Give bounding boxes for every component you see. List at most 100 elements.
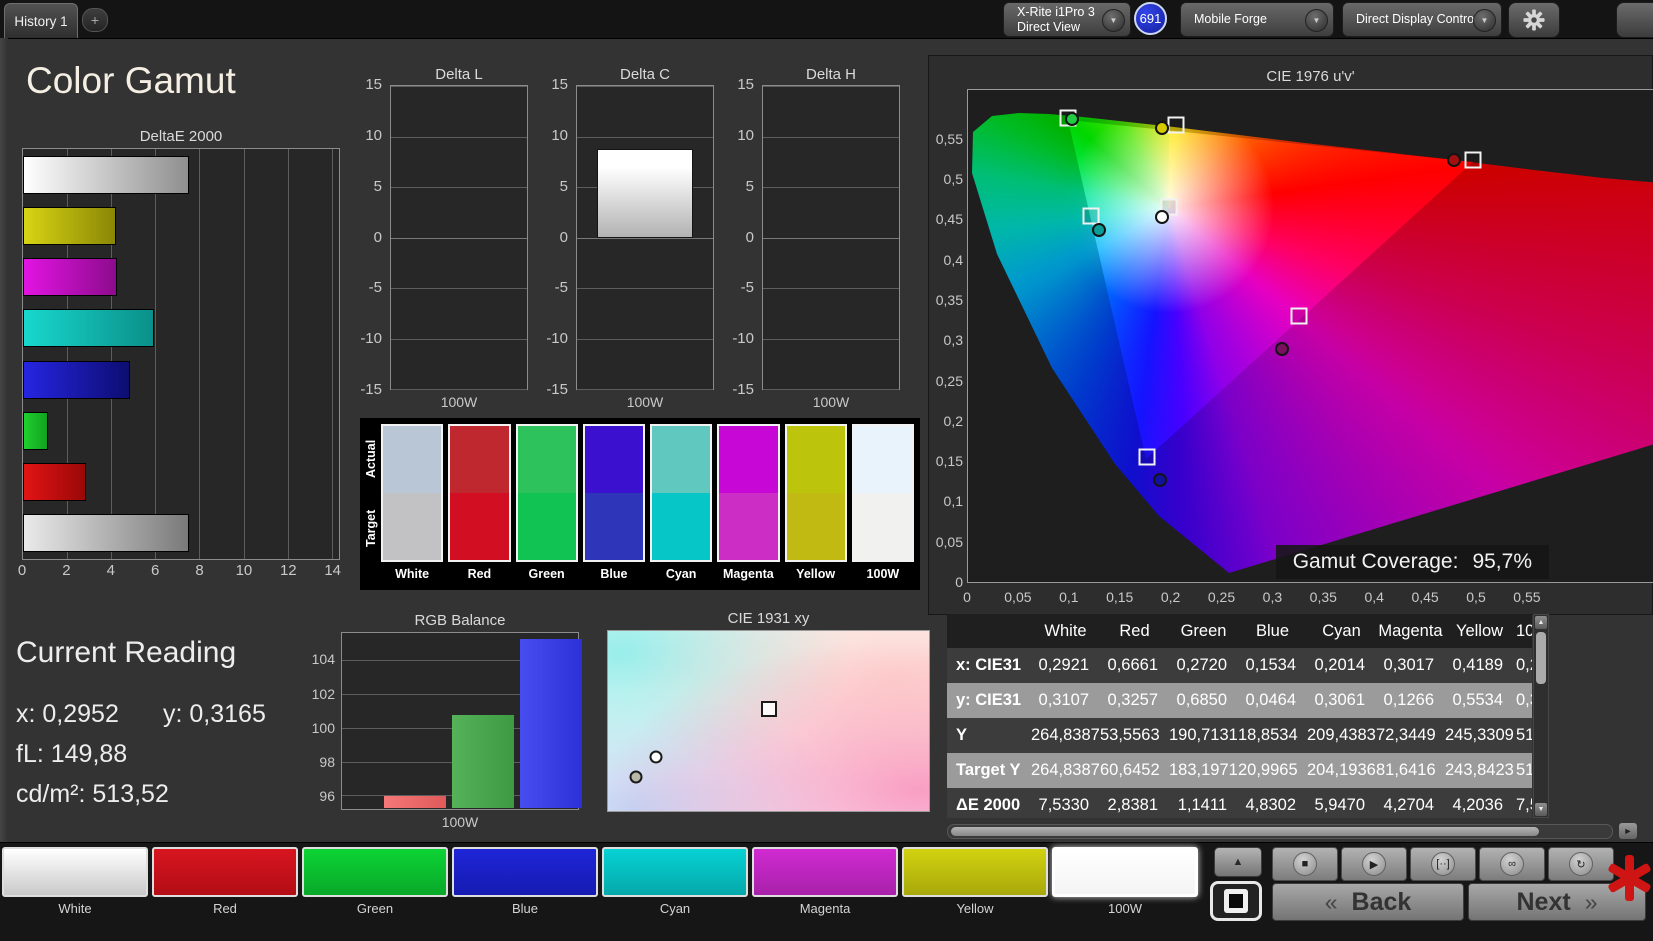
partial-toolbar-button[interactable] [1616, 2, 1653, 38]
swatch-actual [652, 426, 711, 493]
rgb-ytick: 96 [319, 788, 335, 805]
delta-panel-title: Delta H [805, 66, 857, 83]
patch-button-yellow[interactable]: Yellow [902, 847, 1048, 916]
deltae-bar-blue [23, 360, 130, 399]
patch-button-red[interactable]: Red [152, 847, 298, 916]
deltae-bar-row [23, 508, 339, 559]
swatch-target [383, 493, 442, 560]
top-bar: History 1 + X-Rite i1Pro 3 Direct View ▼… [0, 0, 1653, 39]
swatch-label: Yellow [796, 567, 836, 581]
scroll-up-icon[interactable]: ▲ [1535, 616, 1547, 629]
deltae-bar-row [23, 200, 339, 251]
rgb-bar-red [384, 796, 446, 808]
cell: 0,1266 [1383, 691, 1434, 709]
tab-history-1[interactable]: History 1 [4, 3, 78, 38]
patch-window-button[interactable] [1210, 881, 1262, 921]
back-button[interactable]: « Back [1272, 883, 1464, 921]
add-tab-button[interactable]: + [82, 8, 108, 32]
workflow-status-stripe [1183, 6, 1187, 33]
delta-ytick: 0 [559, 228, 568, 246]
cie-ytick: 0 [955, 574, 963, 590]
table-header-white: White [1044, 621, 1087, 640]
delta-ytick: 10 [551, 126, 568, 144]
cie-measured-cyan [1091, 222, 1106, 237]
settings-button[interactable] [1508, 2, 1560, 38]
stop-button[interactable]: ■ [1272, 847, 1338, 881]
cie-xtick: 0,25 [1207, 589, 1236, 605]
workflow-dropdown[interactable]: Mobile Forge ▼ [1180, 2, 1334, 37]
delta-ytick: 15 [551, 76, 568, 93]
patch-color [302, 847, 448, 897]
swatch-actual [786, 426, 845, 493]
cell: 51 [1516, 761, 1532, 779]
patch-button-100w[interactable]: 100W [1052, 847, 1198, 916]
cell: 0,3061 [1314, 691, 1365, 709]
table-vertical-scrollbar[interactable]: ▲ ▼ [1533, 614, 1549, 818]
gridline [763, 237, 899, 239]
patch-label: White [58, 901, 92, 916]
device-dropdown[interactable]: Direct Display Control ▼ [1342, 2, 1502, 37]
bottom-bar: White Red Green Blue Cyan Magenta Yellow 100W ▲… [0, 842, 1653, 941]
table-row: x: CIE31 0,2921 0,6661 0,2720 0,1534 0,2014 0,… [947, 648, 1532, 683]
meter-dropdown[interactable]: X-Rite i1Pro 3 Direct View ▼ [1003, 2, 1131, 37]
patch-button-green[interactable]: Green [302, 847, 448, 916]
delta-ytick: 5 [373, 177, 382, 195]
cie-ytick: 0,45 [935, 211, 963, 228]
loop-icon: ↻ [1569, 852, 1593, 876]
row-label: y: CIE31 [956, 691, 1022, 709]
step-button[interactable]: [··] [1410, 847, 1476, 881]
cie1931-chart [607, 630, 930, 812]
scrollbar-thumb[interactable] [1536, 632, 1546, 684]
delta-ytick: 5 [745, 177, 754, 195]
cie-ytick: 0,35 [935, 291, 963, 308]
cell: 0,3017 [1383, 656, 1434, 674]
swatch-column-magenta: Magenta [717, 424, 780, 588]
patch-label: Yellow [956, 901, 994, 916]
patch-label: Blue [511, 901, 539, 916]
deltae-chart [22, 148, 340, 560]
reading-x: x: 0,2952 [16, 700, 119, 728]
table-horizontal-scrollbar[interactable] [947, 824, 1613, 839]
rgb-balance-title: RGB Balance [414, 612, 506, 629]
loop-button[interactable]: ↻ [1548, 847, 1614, 881]
alert-asterisk-icon[interactable] [1606, 855, 1652, 901]
patch-button-magenta[interactable]: Magenta [752, 847, 898, 916]
cie-target-blue [1138, 448, 1156, 466]
cell: 0,3257 [1107, 691, 1158, 709]
scrollbar-thumb[interactable] [951, 827, 1539, 836]
swatch-target [450, 493, 509, 560]
cie1976-chart: Gamut Coverage: 95,7% [967, 89, 1653, 583]
app-window: History 1 + X-Rite i1Pro 3 Direct View ▼… [0, 0, 1653, 941]
swatch-target [652, 493, 711, 560]
cie-ytick: 0,55 [935, 130, 963, 147]
actual-row-label: Actual [364, 439, 378, 479]
patch-button-cyan[interactable]: Cyan [602, 847, 748, 916]
cell: 0,3 [1516, 691, 1532, 709]
cell: 264,8387 [1031, 761, 1100, 779]
delta-ytick: 15 [365, 76, 382, 93]
continuous-button[interactable]: ∞ [1479, 847, 1545, 881]
cie-measured-magenta [1274, 342, 1289, 357]
cie-ytick: 0,25 [935, 372, 963, 389]
gamut-coverage-value: 95,7% [1472, 550, 1532, 573]
patch-button-blue[interactable]: Blue [452, 847, 598, 916]
play-button[interactable]: ▶ [1341, 847, 1407, 881]
swatch-column-100w: 100W [851, 424, 914, 588]
delta-ytick: 5 [559, 177, 568, 195]
swatch-column-cyan: Cyan [650, 424, 713, 588]
deltae-bar-row [23, 303, 339, 354]
deltae-bar-row [23, 354, 339, 405]
table-header-yellow: Yellow [1455, 621, 1504, 640]
swatch-target [853, 493, 912, 560]
cell: 51 [1516, 726, 1532, 744]
chevrons-right-icon: » [1584, 888, 1598, 915]
collapse-button[interactable]: ▲ [1214, 847, 1262, 877]
swatch-label: Magenta [723, 567, 774, 581]
deltae-bar-row [23, 149, 339, 200]
meter-mode: Direct View [1017, 19, 1080, 34]
deltae-xtick: 6 [150, 562, 160, 579]
scroll-right-icon[interactable]: ► [1619, 823, 1637, 839]
cie-ytick: 0,1 [943, 493, 963, 510]
patch-button-white[interactable]: White [2, 847, 148, 916]
scroll-down-icon[interactable]: ▼ [1535, 803, 1547, 816]
